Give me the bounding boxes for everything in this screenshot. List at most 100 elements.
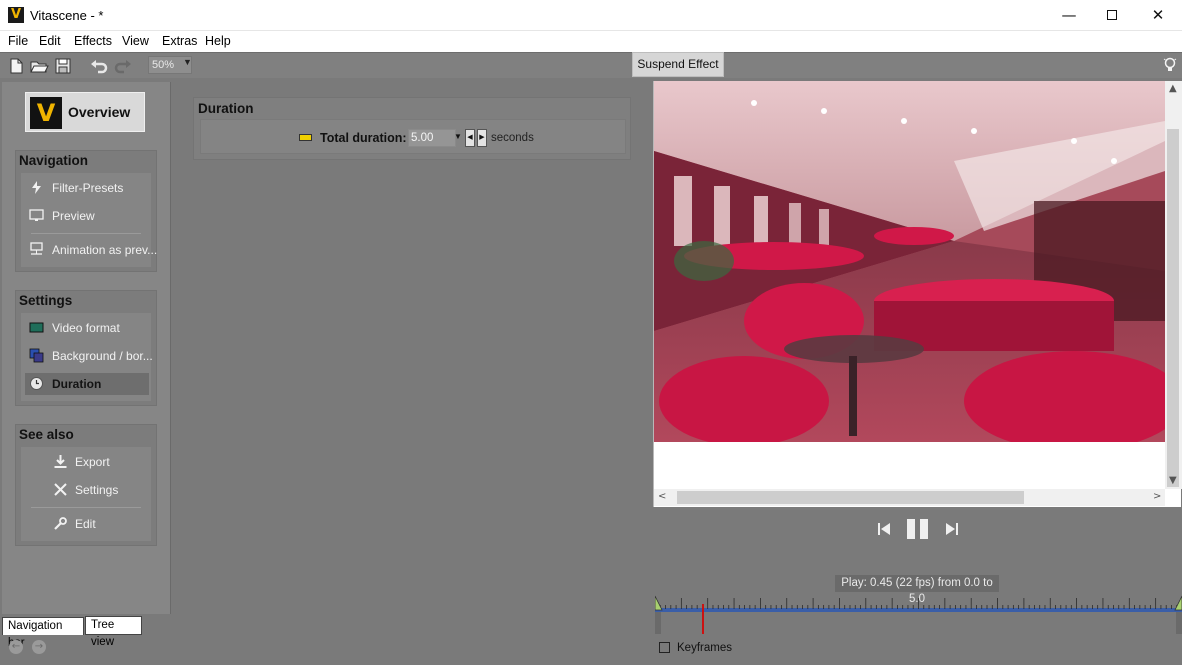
- nav-item-label: Export: [75, 455, 110, 469]
- skip-back-button[interactable]: [876, 518, 892, 540]
- close-button[interactable]: ✕: [1135, 0, 1181, 31]
- undo-icon[interactable]: [89, 56, 109, 76]
- timeline[interactable]: [655, 594, 1182, 636]
- nav-item-duration[interactable]: Duration: [25, 373, 149, 395]
- menu-bar: File Edit Effects View Extras Help: [0, 31, 1182, 52]
- duration-bar-icon: [299, 134, 312, 141]
- start-handle: [655, 612, 661, 634]
- network-monitor-icon: [30, 242, 43, 255]
- menu-help[interactable]: Help: [205, 34, 231, 48]
- duration-increase-button[interactable]: ▶: [477, 129, 487, 147]
- nav-item-preview[interactable]: Preview: [25, 205, 149, 227]
- window-title: Vitascene - *: [30, 8, 104, 23]
- preview-pane: ▲ ▼ < >: [653, 81, 1182, 507]
- duration-unit-label: seconds: [491, 132, 534, 144]
- nav-item-label: Duration: [52, 377, 102, 391]
- menu-view[interactable]: View: [122, 34, 149, 48]
- menu-effects[interactable]: Effects: [74, 34, 112, 48]
- zoom-dropdown-arrow-icon[interactable]: ▼: [183, 57, 192, 67]
- nav-item-edit[interactable]: Edit: [25, 513, 149, 535]
- navigation-group: Navigation Filter-Presets Preview Animat…: [15, 150, 157, 272]
- redo-icon[interactable]: [113, 56, 133, 76]
- vitascene-logo-icon: V: [30, 97, 62, 129]
- nav-item-label: Animation as prev...: [52, 243, 158, 257]
- new-document-icon[interactable]: [6, 56, 26, 76]
- nav-divider: [31, 507, 141, 508]
- settings-group: Settings Video format Background / bor..…: [15, 290, 157, 406]
- toolbar: 50% ▼: [0, 52, 1182, 78]
- duration-panel: Duration Total duration: 5.00 ▼ ◀ ▶ seco…: [193, 97, 631, 160]
- see-also-group: See also Export Settings Edit: [15, 424, 157, 546]
- tools-icon: [54, 483, 67, 496]
- preview-horizontal-scrollbar[interactable]: < >: [654, 489, 1165, 506]
- settings-group-title: Settings: [19, 293, 73, 308]
- end-handle: [1176, 612, 1182, 634]
- nav-item-label: Edit: [75, 517, 96, 531]
- duration-row: Total duration: 5.00 ▼ ◀ ▶ seconds: [200, 119, 626, 154]
- keyframes-label: Keyframes: [677, 642, 732, 654]
- nav-item-label: Preview: [52, 209, 95, 223]
- background-icon: [29, 348, 44, 363]
- navigation-group-list: Filter-Presets Preview Animation as prev…: [21, 173, 157, 267]
- clock-icon: [30, 377, 43, 390]
- overview-button[interactable]: V Overview: [25, 92, 145, 132]
- menu-file[interactable]: File: [8, 34, 28, 48]
- suspend-effect-button[interactable]: Suspend Effect: [632, 52, 724, 77]
- nav-item-settings[interactable]: Settings: [25, 479, 149, 501]
- see-also-group-title: See also: [19, 427, 74, 442]
- forward-button[interactable]: →: [32, 640, 46, 654]
- title-bar: V Vitascene - * — ✕: [0, 0, 1182, 31]
- start-marker-icon: [655, 595, 663, 611]
- nav-item-filter-presets[interactable]: Filter-Presets: [25, 177, 149, 199]
- duration-panel-title: Duration: [198, 101, 254, 116]
- horizontal-scroll-thumb[interactable]: [677, 491, 1024, 504]
- playback-status: Play: 0.45 (22 fps) from 0.0 to 5.0: [835, 575, 999, 605]
- video-format-icon: [29, 322, 44, 333]
- playhead: [702, 604, 704, 634]
- scroll-up-icon[interactable]: ▲: [1169, 83, 1177, 94]
- minimize-button[interactable]: —: [1046, 0, 1092, 31]
- nav-item-export[interactable]: Export: [25, 451, 149, 473]
- navigation-panel: V Overview Navigation Filter-Presets Pre…: [2, 82, 171, 614]
- overview-label: Overview: [68, 104, 131, 120]
- open-folder-icon[interactable]: [29, 56, 49, 76]
- nav-divider: [31, 233, 141, 234]
- menu-extras[interactable]: Extras: [162, 34, 197, 48]
- download-icon: [54, 455, 67, 468]
- total-duration-label: Total duration:: [320, 131, 407, 145]
- nav-item-label: Video format: [52, 321, 120, 335]
- wrench-icon: [54, 517, 67, 530]
- tab-tree-view[interactable]: Tree view: [85, 616, 142, 648]
- scroll-down-icon[interactable]: ▼: [1169, 475, 1177, 486]
- maximize-button[interactable]: [1089, 0, 1135, 31]
- navigation-group-title: Navigation: [19, 153, 89, 168]
- nav-item-label: Background / bor...: [52, 349, 153, 363]
- end-marker-icon: [1174, 595, 1182, 611]
- skip-forward-button[interactable]: [944, 518, 960, 540]
- menu-edit[interactable]: Edit: [39, 34, 61, 48]
- see-also-group-list: Export Settings Edit: [21, 447, 151, 541]
- preview-image: [654, 81, 1165, 442]
- nav-item-animation-as-preview[interactable]: Animation as prev...: [25, 239, 157, 261]
- duration-decrease-button[interactable]: ◀: [465, 129, 475, 147]
- lightbulb-icon[interactable]: [1162, 56, 1178, 74]
- total-duration-input[interactable]: 5.00: [408, 129, 456, 147]
- lightning-icon: [32, 181, 41, 194]
- nav-item-video-format[interactable]: Video format: [25, 317, 149, 339]
- preview-vertical-scrollbar[interactable]: ▲ ▼: [1165, 81, 1182, 489]
- back-button[interactable]: ←: [9, 640, 23, 654]
- monitor-icon: [29, 209, 44, 221]
- app-logo-icon: V: [8, 7, 24, 23]
- scroll-right-icon[interactable]: >: [1153, 491, 1161, 502]
- nav-item-background-border[interactable]: Background / bor...: [25, 345, 153, 367]
- save-icon[interactable]: [53, 56, 73, 76]
- keyframes-checkbox[interactable]: [659, 642, 670, 653]
- vertical-scroll-thumb[interactable]: [1167, 129, 1179, 487]
- nav-item-label: Filter-Presets: [52, 181, 124, 195]
- pause-button[interactable]: [905, 518, 931, 540]
- maximize-icon: [1107, 10, 1117, 20]
- duration-dropdown-arrow-icon[interactable]: ▼: [454, 132, 462, 141]
- tab-navigation-bar[interactable]: Navigation bar: [2, 617, 84, 649]
- scroll-left-icon[interactable]: <: [658, 491, 666, 502]
- settings-group-list: Video format Background / bor... Duratio…: [21, 313, 153, 401]
